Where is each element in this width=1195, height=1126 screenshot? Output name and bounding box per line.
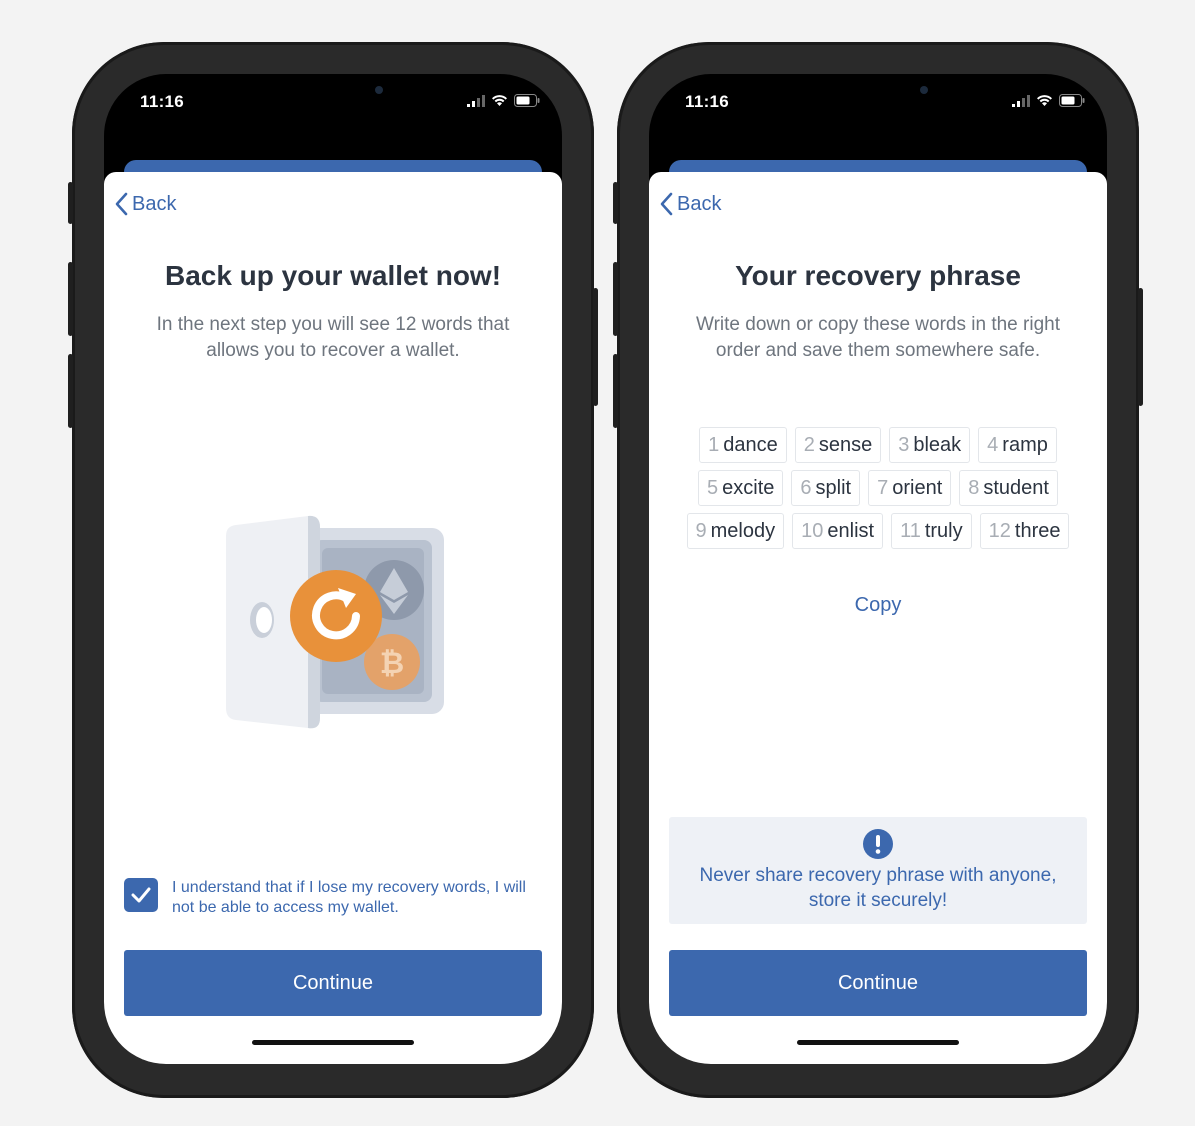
backup-sheet: Back Back up your wallet now! In the nex…: [104, 172, 562, 1064]
status-time: 11:16: [140, 92, 185, 111]
continue-button[interactable]: Continue: [124, 950, 542, 1016]
consent-label: I understand that if I lose my recovery …: [172, 879, 526, 916]
back-button[interactable]: Back: [659, 192, 721, 216]
word-chip: 8 student: [959, 470, 1058, 506]
word-chip: 12 three: [979, 513, 1070, 549]
chevron-left-icon: [115, 192, 128, 216]
word-chip: 11 truly: [891, 513, 972, 549]
vault-illustration: ₿: [226, 515, 444, 729]
phone-frame-left: 11:16 Back Back up your wallet now! In t…: [68, 42, 598, 1098]
side-button: [68, 182, 73, 224]
word-chip: 9 melody: [686, 513, 785, 549]
word-chip: 6 split: [791, 470, 861, 506]
home-indicator: [252, 1040, 414, 1045]
security-warning: Never share recovery phrase with anyone,…: [669, 817, 1087, 924]
word-chip: 1 dance: [699, 427, 787, 463]
word-chip: 7 orient: [868, 470, 952, 506]
notch: [224, 74, 442, 108]
side-button: [613, 182, 618, 224]
word-chip: 3 bleak: [889, 427, 971, 463]
continue-button[interactable]: Continue: [669, 950, 1087, 1016]
word-chip: 2 sense: [794, 427, 882, 463]
power-button: [593, 288, 598, 406]
phone-frame-right: 11:16 Back Your recovery phrase Write do…: [613, 42, 1143, 1098]
page-title: Back up your wallet now!: [164, 260, 502, 291]
page-subtitle: In the next step you will see 12 words t…: [156, 314, 510, 361]
signal-icon: [467, 94, 485, 107]
screen-recovery-phrase: 11:16 Back Your recovery phrase Write do…: [649, 74, 1107, 1064]
consent-row[interactable]: I understand that if I lose my recovery …: [124, 878, 542, 918]
recovery-word-grid: 1 dance 2 sense 3 bleak 4 ramp 5 excite 6 spli…: [671, 427, 1085, 556]
screen-backup: 11:16 Back Back up your wallet now! In t…: [104, 74, 562, 1064]
volume-down-button: [613, 354, 618, 428]
consent-checkbox[interactable]: [124, 878, 158, 912]
signal-icon: [1012, 94, 1030, 107]
back-label: Back: [132, 192, 177, 215]
back-label: Back: [677, 192, 722, 215]
battery-icon: [514, 94, 540, 107]
volume-up-button: [68, 262, 73, 336]
word-chip: 4 ramp: [978, 427, 1057, 463]
battery-icon: [1059, 94, 1085, 107]
back-button[interactable]: Back: [114, 192, 176, 216]
chevron-left-icon: [660, 192, 673, 216]
wifi-icon: [1037, 95, 1052, 106]
word-chip: 10 enlist: [792, 513, 884, 549]
volume-down-button: [68, 354, 73, 428]
checkmark-icon: [131, 887, 151, 903]
page-title: Your recovery phrase: [735, 260, 1021, 291]
power-button: [1138, 288, 1143, 406]
svg-text:₿: ₿: [380, 646, 404, 681]
word-chip: 5 excite: [698, 470, 784, 506]
exclamation-icon: [863, 829, 893, 859]
notch: [769, 74, 987, 108]
status-time: 11:16: [685, 92, 730, 111]
copy-button[interactable]: Copy: [649, 594, 1107, 617]
recovery-sheet: Back Your recovery phrase Write down or …: [649, 172, 1107, 1064]
home-indicator: [797, 1040, 959, 1045]
warning-text: Never share recovery phrase with anyone,…: [699, 865, 1057, 911]
volume-up-button: [613, 262, 618, 336]
wifi-icon: [492, 95, 507, 106]
page-subtitle: Write down or copy these words in the ri…: [696, 314, 1060, 361]
